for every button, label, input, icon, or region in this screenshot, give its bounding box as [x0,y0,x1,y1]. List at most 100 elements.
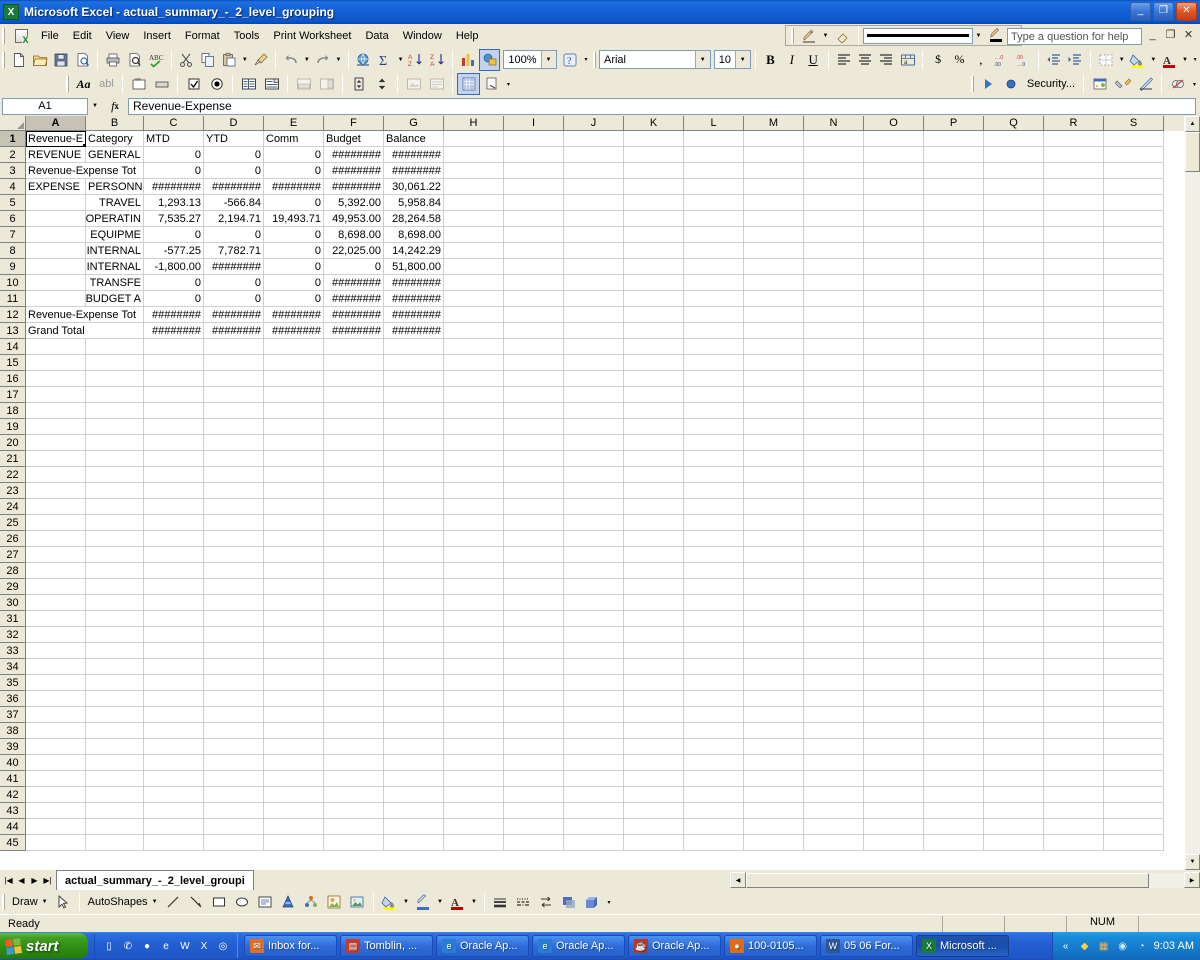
cell-P32[interactable] [924,627,984,643]
cell-K1[interactable] [624,131,684,147]
cell-C8[interactable]: -577.25 [144,243,204,259]
cell-O26[interactable] [864,531,924,547]
cell-G27[interactable] [384,547,444,563]
cell-M31[interactable] [744,611,804,627]
cell-P37[interactable] [924,707,984,723]
row-header-10[interactable]: 10 [0,275,26,291]
cell-C39[interactable] [144,739,204,755]
cell-B20[interactable] [86,435,144,451]
cell-M15[interactable] [744,355,804,371]
cell-J43[interactable] [564,803,624,819]
merge-center-button[interactable]: a [897,49,918,71]
vertical-scroll-track[interactable] [1185,172,1200,854]
cell-B11[interactable]: BUDGET A [86,291,144,307]
quicklaunch-outlook[interactable]: ◎ [215,938,231,954]
cell-Q17[interactable] [984,387,1044,403]
cell-O7[interactable] [864,227,924,243]
cell-P5[interactable] [924,195,984,211]
cell-O44[interactable] [864,819,924,835]
workbook-restore-button[interactable]: ❐ [1163,28,1178,41]
cell-K17[interactable] [624,387,684,403]
cell-F14[interactable] [324,339,384,355]
cell-A2[interactable]: REVENUE [26,147,86,163]
horizontal-scrollbar[interactable]: ◀ ▶ [730,870,1200,890]
cell-G18[interactable] [384,403,444,419]
cell-F38[interactable] [324,723,384,739]
cell-G38[interactable] [384,723,444,739]
cell-S3[interactable] [1104,163,1164,179]
cell-O45[interactable] [864,835,924,851]
cell-J28[interactable] [564,563,624,579]
cell-O37[interactable] [864,707,924,723]
cell-M20[interactable] [744,435,804,451]
drawing-toolbar-overflow[interactable]: ▾ [604,891,615,913]
cell-R28[interactable] [1044,563,1104,579]
cell-C11[interactable]: 0 [144,291,204,307]
cell-O38[interactable] [864,723,924,739]
rectangle-tool-button[interactable] [208,891,231,913]
cell-R37[interactable] [1044,707,1104,723]
cell-J24[interactable] [564,499,624,515]
cell-I44[interactable] [504,819,564,835]
cell-O36[interactable] [864,691,924,707]
cell-I10[interactable] [504,275,564,291]
autosum-button[interactable]: Σ [374,49,395,71]
cell-M11[interactable] [744,291,804,307]
cell-R42[interactable] [1044,787,1104,803]
cell-G42[interactable] [384,787,444,803]
cell-I27[interactable] [504,547,564,563]
cell-F12[interactable]: ######## [324,307,384,323]
cell-F45[interactable] [324,835,384,851]
cell-N30[interactable] [804,595,864,611]
cell-K16[interactable] [624,371,684,387]
cell-C15[interactable] [144,355,204,371]
cell-F4[interactable]: ######## [324,179,384,195]
cell-E12[interactable]: ######## [264,307,324,323]
menu-item-view[interactable]: View [99,27,137,45]
cell-K14[interactable] [624,339,684,355]
cell-N16[interactable] [804,371,864,387]
cell-F44[interactable] [324,819,384,835]
cell-P41[interactable] [924,771,984,787]
cell-N41[interactable] [804,771,864,787]
cell-L14[interactable] [684,339,744,355]
cell-L24[interactable] [684,499,744,515]
cell-B19[interactable] [86,419,144,435]
cell-D18[interactable] [204,403,264,419]
row-header-8[interactable]: 8 [0,243,26,259]
cell-O28[interactable] [864,563,924,579]
cell-N6[interactable] [804,211,864,227]
cell-Q26[interactable] [984,531,1044,547]
cell-B17[interactable] [86,387,144,403]
cell-S15[interactable] [1104,355,1164,371]
cell-C6[interactable]: 7,535.27 [144,211,204,227]
cell-L28[interactable] [684,563,744,579]
cell-L21[interactable] [684,451,744,467]
cell-K28[interactable] [624,563,684,579]
cell-B28[interactable] [86,563,144,579]
cell-Q10[interactable] [984,275,1044,291]
design-mode-toggle-button[interactable] [1134,73,1157,95]
cell-Q5[interactable] [984,195,1044,211]
row-header-32[interactable]: 32 [0,627,26,643]
cell-G35[interactable] [384,675,444,691]
cell-M19[interactable] [744,419,804,435]
cell-P39[interactable] [924,739,984,755]
option-button-control[interactable] [205,73,228,95]
insert-function-button[interactable]: fx [102,98,128,115]
column-header-K[interactable]: K [624,116,684,131]
cell-F15[interactable] [324,355,384,371]
cell-F32[interactable] [324,627,384,643]
cell-H2[interactable] [444,147,504,163]
row-header-11[interactable]: 11 [0,291,26,307]
cell-A3[interactable]: Revenue-Expense Tot [26,163,144,179]
cell-R15[interactable] [1044,355,1104,371]
cell-P45[interactable] [924,835,984,851]
cell-P31[interactable] [924,611,984,627]
taskbar-button[interactable]: ☕ Oracle Ap... [628,935,721,957]
cell-I37[interactable] [504,707,564,723]
minimize-button[interactable]: _ [1130,2,1151,21]
cell-B30[interactable] [86,595,144,611]
cell-M4[interactable] [744,179,804,195]
cell-E16[interactable] [264,371,324,387]
